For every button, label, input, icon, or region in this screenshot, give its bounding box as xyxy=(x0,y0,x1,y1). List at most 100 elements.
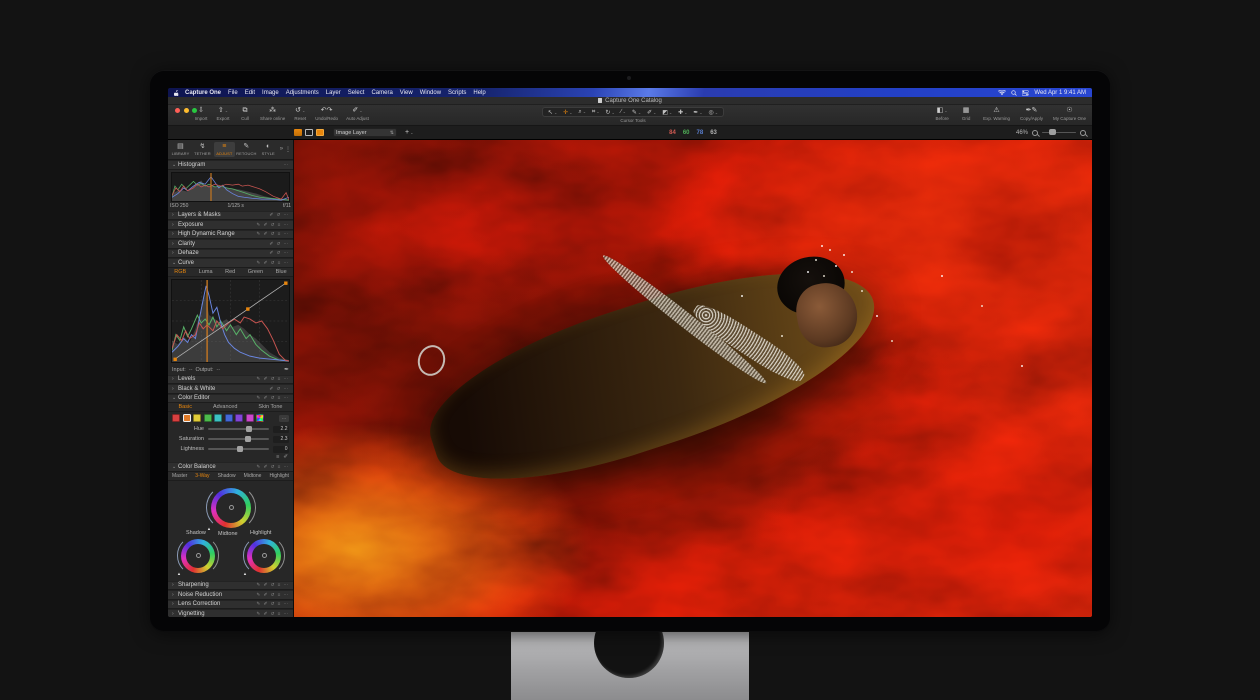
hue-slider[interactable] xyxy=(208,428,269,430)
saturation-value[interactable]: 2.3 xyxy=(273,436,289,443)
panel-action-icons[interactable] xyxy=(257,395,289,401)
panel-more-icon[interactable] xyxy=(284,162,290,168)
cb-tab-master[interactable]: Master xyxy=(172,473,187,479)
panel-action-icons[interactable] xyxy=(257,231,289,237)
menu-adjustments[interactable]: Adjustments xyxy=(286,90,319,96)
menu-window[interactable]: Window xyxy=(420,90,441,96)
ce-list-icon[interactable]: ≡ xyxy=(276,454,279,462)
my-capture-one-button[interactable]: ☉ My Capture One xyxy=(1053,107,1086,121)
panel-lens-correction[interactable]: Lens Correction xyxy=(168,600,293,610)
control-center-icon[interactable] xyxy=(1022,90,1029,96)
panel-action-icons[interactable] xyxy=(257,601,289,607)
reset-button[interactable]: ↺ Reset xyxy=(293,107,307,121)
hue-value[interactable]: 2.2 xyxy=(273,426,289,433)
menu-edit[interactable]: Edit xyxy=(245,90,255,96)
panel-action-icons[interactable] xyxy=(257,376,289,382)
panel-action-icons[interactable] xyxy=(269,250,289,256)
draw-mask-tool-icon[interactable]: ✎ xyxy=(632,109,641,116)
swatch-yellow[interactable] xyxy=(193,414,201,422)
lightness-slider[interactable] xyxy=(208,448,269,450)
swatch-purple[interactable] xyxy=(235,414,243,422)
ce-tab-skin-tone[interactable]: Skin Tone xyxy=(258,404,282,410)
cb-tab-3way[interactable]: 3-Way xyxy=(195,473,209,479)
panel-levels[interactable]: Levels xyxy=(168,375,293,385)
zoom-in-icon[interactable] xyxy=(1080,130,1086,136)
menu-camera[interactable]: Camera xyxy=(371,90,392,96)
spotlight-search-icon[interactable] xyxy=(1011,90,1017,96)
ce-tab-advanced[interactable]: Advanced xyxy=(213,404,237,410)
panel-black-white[interactable]: Black & White xyxy=(168,384,293,394)
shadow-wheel[interactable]: ▲ xyxy=(181,539,215,573)
curve-graph[interactable] xyxy=(168,277,293,365)
tab-retouch[interactable]: ✎ RETOUCH xyxy=(236,142,257,158)
panel-high-dynamic-range[interactable]: High Dynamic Range xyxy=(168,230,293,240)
straighten-tool-icon[interactable]: ∕ xyxy=(621,109,626,115)
panel-action-icons[interactable] xyxy=(257,582,289,588)
swatch-green[interactable] xyxy=(204,414,212,422)
close-button[interactable] xyxy=(175,108,180,113)
panel-action-icons[interactable] xyxy=(257,611,289,617)
cb-tab-shadow[interactable]: Shadow xyxy=(218,473,236,479)
swatch-magenta[interactable] xyxy=(246,414,254,422)
exposure-warning-button[interactable]: ⚠ Exp. Warning xyxy=(983,107,1010,121)
swatch-blue[interactable] xyxy=(225,414,233,422)
cull-button[interactable]: ⧉ Cull xyxy=(238,107,252,121)
menu-file[interactable]: File xyxy=(228,90,238,96)
tab-style[interactable]: ◐ STYLE xyxy=(258,142,279,158)
zoom-out-icon[interactable] xyxy=(1032,130,1038,136)
menu-scripts[interactable]: Scripts xyxy=(448,90,466,96)
panel-color-editor[interactable]: Color Editor xyxy=(168,394,293,404)
panel-action-icons[interactable] xyxy=(269,212,289,218)
spot-removal-tool-icon[interactable]: ◎ xyxy=(708,109,718,116)
saturation-slider[interactable] xyxy=(208,438,269,440)
curve-tab-green[interactable]: Green xyxy=(248,269,263,275)
menu-layer[interactable]: Layer xyxy=(326,90,341,96)
tab-library[interactable]: ▤ LIBRARY xyxy=(170,142,191,158)
wifi-icon[interactable] xyxy=(998,90,1006,96)
share-online-button[interactable]: ⁂ Share online xyxy=(260,107,285,121)
panel-action-icons[interactable] xyxy=(257,222,289,228)
highlight-wheel[interactable]: ▲ xyxy=(247,539,281,573)
swatch-orange[interactable] xyxy=(183,414,191,422)
ce-picker-icon[interactable]: ✐ xyxy=(283,454,288,462)
menu-bar-clock[interactable]: Wed Apr 1 9:41 AM xyxy=(1034,90,1086,96)
swatch-more-button[interactable]: ⋯ xyxy=(279,415,289,422)
swatch-cyan[interactable] xyxy=(214,414,222,422)
panel-curve[interactable]: Curve xyxy=(168,258,293,268)
curve-tab-luma[interactable]: Luma xyxy=(199,269,213,275)
copy-apply-button[interactable]: ✒✎ Copy/Apply xyxy=(1020,107,1043,121)
swatch-red[interactable] xyxy=(172,414,180,422)
panel-clarity[interactable]: Clarity xyxy=(168,239,293,249)
panel-exposure[interactable]: Exposure xyxy=(168,220,293,230)
rotate-tool-icon[interactable]: ↻ xyxy=(605,109,614,116)
panel-action-icons[interactable] xyxy=(257,464,289,470)
panel-action-icons[interactable] xyxy=(269,241,289,247)
panel-noise-reduction[interactable]: Noise Reduction xyxy=(168,590,293,600)
gradient-mask-tool-icon[interactable]: ◩ xyxy=(662,109,672,116)
curve-tab-rgb[interactable]: RGB xyxy=(174,269,186,275)
photo-viewer[interactable] xyxy=(294,140,1092,617)
ce-tab-basic[interactable]: Basic xyxy=(179,404,192,410)
auto-adjust-button[interactable]: ✐ Auto Adjust xyxy=(346,107,369,121)
panel-color-balance[interactable]: Color Balance xyxy=(168,462,293,472)
cb-tab-midtone[interactable]: Midtone xyxy=(244,473,262,479)
minimize-button[interactable] xyxy=(184,108,189,113)
apple-logo-icon[interactable] xyxy=(174,90,179,96)
midtone-wheel[interactable]: ▲ xyxy=(211,488,251,528)
panel-vignetting[interactable]: Vignetting xyxy=(168,609,293,617)
crop-tool-icon[interactable]: ⌗ xyxy=(592,109,600,116)
zoom-slider[interactable] xyxy=(1042,132,1076,134)
panel-action-icons[interactable] xyxy=(269,386,289,392)
menu-image[interactable]: Image xyxy=(262,90,279,96)
pan-tool-icon[interactable]: ✛ xyxy=(563,109,572,116)
menu-capture-one[interactable]: Capture One xyxy=(185,90,221,96)
grid-button[interactable]: ▦ Grid xyxy=(959,107,973,121)
more-tabs-icon[interactable]: » xyxy=(280,146,283,153)
panel-action-icons[interactable] xyxy=(257,592,289,598)
menu-view[interactable]: View xyxy=(400,90,413,96)
export-button[interactable]: ⇧ Export xyxy=(216,107,230,121)
cb-tab-highlight[interactable]: Highlight xyxy=(269,473,288,479)
panel-action-icons[interactable] xyxy=(257,260,289,266)
curve-tab-blue[interactable]: Blue xyxy=(276,269,287,275)
curve-tab-red[interactable]: Red xyxy=(225,269,235,275)
